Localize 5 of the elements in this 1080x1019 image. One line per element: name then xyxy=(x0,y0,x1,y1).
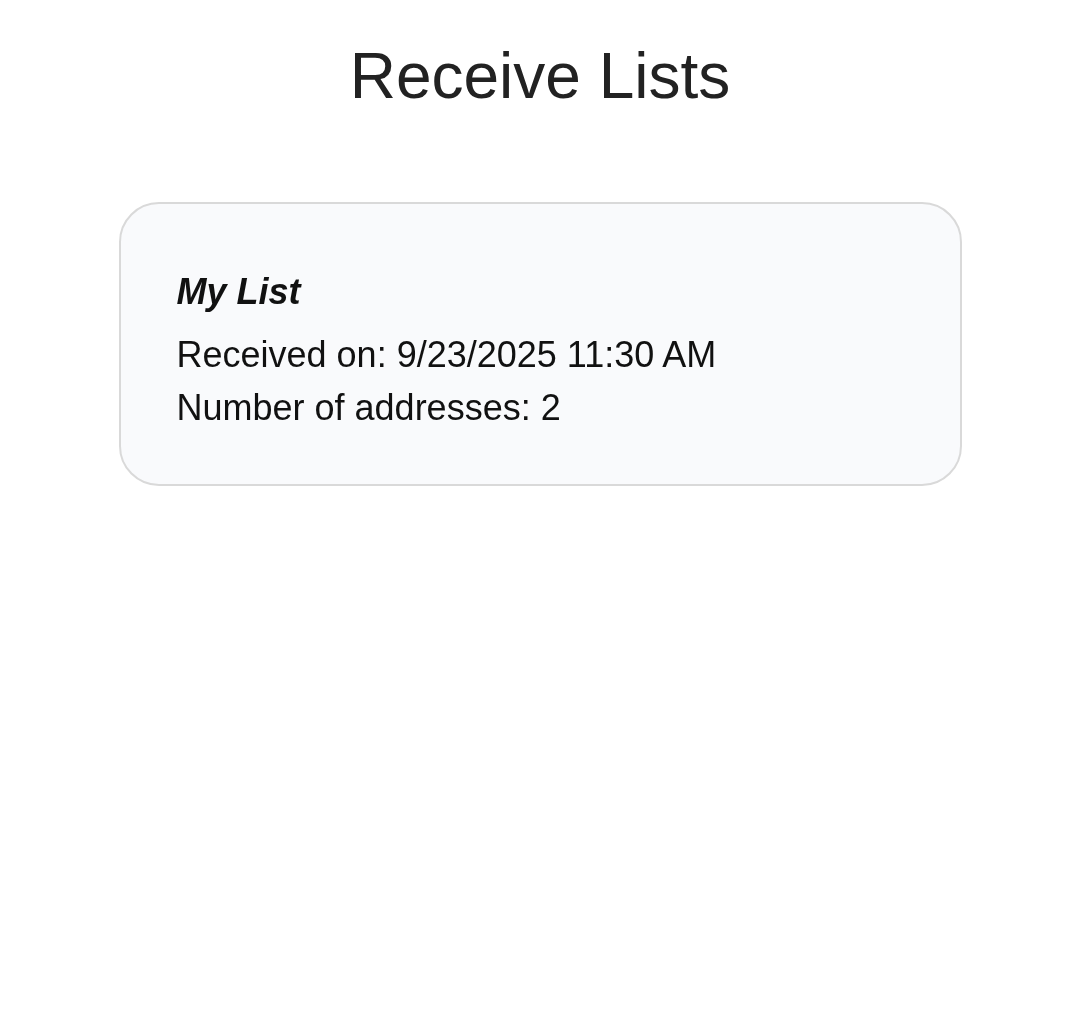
page-title: Receive Lists xyxy=(348,39,732,114)
received-date: Received on: 9/23/2025 11:30 AM xyxy=(176,333,718,377)
address-count: Number of addresses: 2 xyxy=(176,386,562,430)
list-name: My List xyxy=(176,270,303,314)
list-card[interactable]: My List Received on: 9/23/2025 11:30 AM Number of addresses: 2 xyxy=(118,202,962,486)
